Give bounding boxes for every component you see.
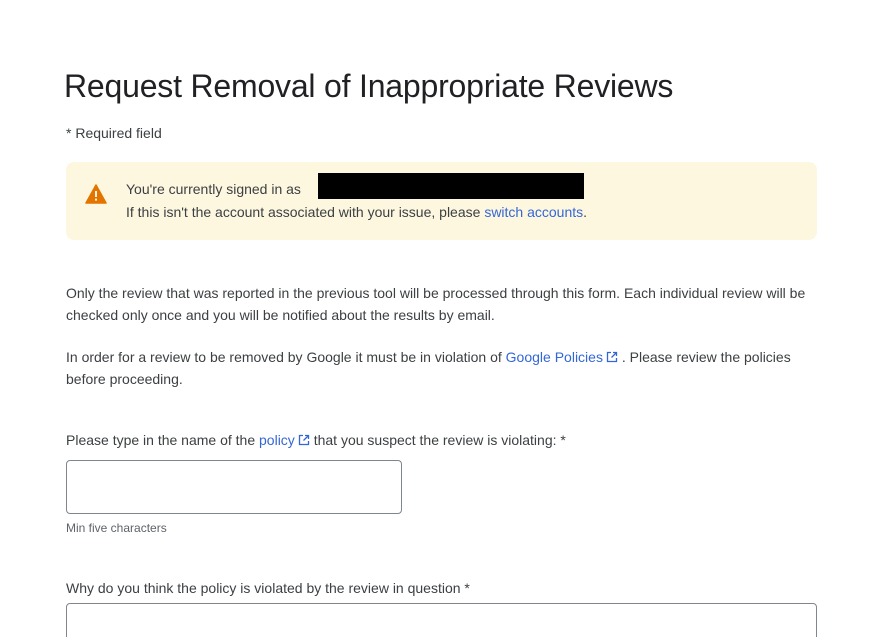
policy-input-helper-text: Min five characters xyxy=(66,521,167,535)
required-field-note: * Required field xyxy=(66,125,162,141)
violation-reason-textarea[interactable] xyxy=(66,603,817,637)
switch-account-text: If this isn't the account associated wit… xyxy=(126,204,587,220)
google-policies-link-text: Google Policies xyxy=(505,349,603,365)
policy-link[interactable]: policy xyxy=(259,432,310,448)
policy-label-prefix: Please type in the name of the xyxy=(66,432,260,448)
redacted-account-email xyxy=(318,173,584,199)
google-policies-link[interactable]: Google Policies xyxy=(506,349,618,365)
policy-paragraph: In order for a review to be removed by G… xyxy=(66,346,817,390)
page-title: Request Removal of Inappropriate Reviews xyxy=(64,68,674,104)
external-link-icon xyxy=(298,433,310,446)
violation-reason-label: Why do you think the policy is violated … xyxy=(66,580,470,596)
policy-link-text: policy xyxy=(259,432,295,448)
switch-account-prefix: If this isn't the account associated wit… xyxy=(126,204,485,220)
removal-request-form-page: Request Removal of Inappropriate Reviews… xyxy=(64,0,817,637)
policy-name-input[interactable] xyxy=(66,460,402,514)
signed-in-text: You're currently signed in as xyxy=(126,181,301,197)
switch-accounts-link[interactable]: switch accounts xyxy=(484,204,583,220)
external-link-icon xyxy=(606,347,618,363)
switch-account-suffix: . xyxy=(583,204,588,220)
policy-name-label: Please type in the name of the policy th… xyxy=(66,432,566,448)
account-notice-banner: You're currently signed in as If this is… xyxy=(66,162,817,240)
warning-icon xyxy=(85,184,107,204)
policy-label-suffix: that you suspect the review is violating… xyxy=(309,432,566,448)
policy-paragraph-prefix: In order for a review to be removed by G… xyxy=(66,349,506,365)
intro-paragraph: Only the review that was reported in the… xyxy=(66,285,806,323)
